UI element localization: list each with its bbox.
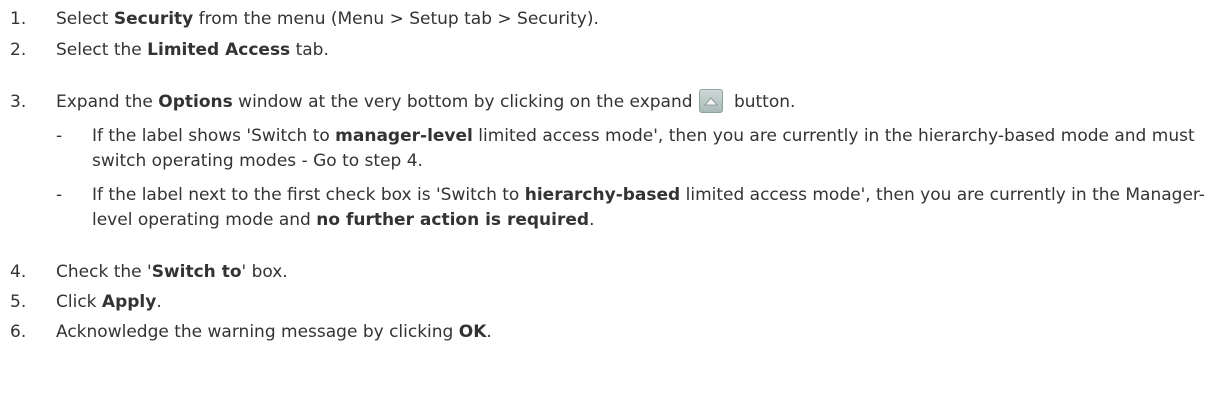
step-text-post: . — [486, 322, 492, 342]
step-text-bold: Switch to — [151, 262, 242, 282]
substep-1: - If the label shows 'Switch to manager-… — [56, 124, 1226, 174]
instructions-document: 1. Select Security from the menu (Menu > … — [0, 0, 1232, 412]
step-3: 3. Expand the Options window at the very … — [10, 89, 795, 114]
step-text-pre: Acknowledge the warning message by click… — [56, 322, 459, 342]
substep-2: - If the label next to the first check b… — [56, 183, 1226, 233]
step-2: 2. Select the Limited Access tab. — [10, 38, 329, 62]
substep-dash: - — [56, 185, 63, 205]
step-number: 5. — [10, 292, 27, 312]
step-text-post: ' box. — [241, 262, 288, 282]
substep-text-bold: manager-level — [335, 126, 473, 146]
step-text-bold: Security — [113, 9, 194, 29]
substep-text-pre: If the label shows 'Switch to — [92, 126, 336, 146]
step-1: 1. Select Security from the menu (Menu > … — [10, 7, 599, 31]
step-text-post: from the menu (Menu > Setup tab > Securi… — [193, 9, 599, 29]
substep-text-post: . — [589, 210, 595, 230]
substep-text-bold: hierarchy-based — [524, 185, 681, 205]
step-text-post: tab. — [290, 40, 329, 60]
step-6: 6. Acknowledge the warning message by cli… — [10, 320, 492, 344]
substep-text-pre: If the label next to the first check box… — [92, 185, 525, 205]
expand-up-arrow-icon — [698, 89, 723, 113]
step-text-post: button. — [728, 92, 796, 112]
substep-text: If the label next to the first check box… — [92, 183, 1226, 233]
step-text-post: . — [156, 292, 162, 312]
step-text-pre: Select the — [56, 40, 148, 60]
substep-text: If the label shows 'Switch to manager-le… — [92, 124, 1226, 174]
step-text-bold: Limited Access — [147, 40, 291, 60]
step-text-pre: Expand the — [56, 92, 159, 112]
step-text-pre: Select — [56, 9, 114, 29]
step-4: 4. Check the 'Switch to' box. — [10, 260, 288, 284]
step-number: 6. — [10, 322, 27, 342]
step-number: 4. — [10, 262, 27, 282]
step-number: 1. — [10, 9, 27, 29]
substep-text-bold-2: no further action is required — [316, 210, 590, 230]
step-5: 5. Click Apply. — [10, 290, 162, 314]
step-text-bold: OK — [458, 322, 487, 342]
step-text-bold: Options — [158, 92, 233, 112]
step-number: 2. — [10, 40, 27, 60]
step-number: 3. — [10, 92, 27, 112]
step-text-mid: window at the very bottom by clicking on… — [232, 92, 693, 112]
step-text-bold: Apply — [101, 292, 157, 312]
step-text-pre: Click — [56, 292, 102, 312]
step-text-pre: Check the ' — [56, 262, 152, 282]
substep-dash: - — [56, 126, 63, 146]
